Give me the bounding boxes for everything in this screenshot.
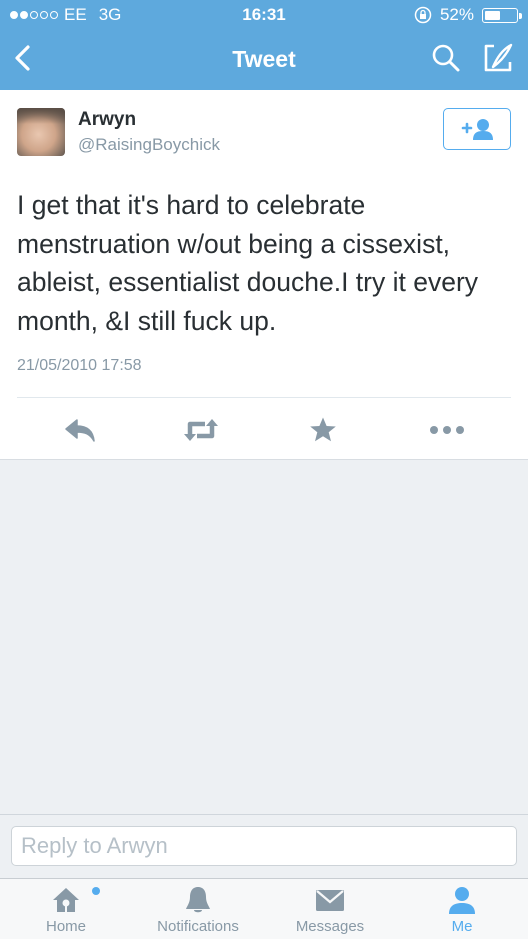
reply-input[interactable] — [11, 826, 517, 866]
tweet-card: Arwyn @RaisingBoychick I get that it's h… — [0, 90, 528, 460]
user-handle[interactable]: @RaisingBoychick — [78, 135, 220, 155]
battery-icon — [482, 7, 522, 23]
retweet-icon — [184, 419, 218, 441]
tab-notifications-label: Notifications — [157, 918, 239, 935]
header: EE 3G 16:31 52% Tweet — [0, 0, 528, 90]
tab-home-label: Home — [45, 918, 86, 935]
more-dots-icon — [430, 426, 464, 434]
home-notification-dot — [92, 887, 100, 895]
reply-icon — [65, 419, 95, 442]
favorite-button[interactable] — [303, 415, 343, 445]
tab-me[interactable]: Me — [402, 879, 522, 939]
tab-notifications[interactable]: Notifications — [138, 879, 258, 939]
tab-bar: Home Notifications Messages Me — [0, 878, 528, 939]
reply-bar — [0, 814, 528, 878]
user-name[interactable]: Arwyn — [78, 109, 136, 131]
person-icon — [449, 887, 475, 914]
retweet-button[interactable] — [181, 415, 221, 445]
divider — [17, 397, 511, 398]
rotation-lock-icon — [414, 6, 432, 24]
tab-messages-label: Messages — [295, 918, 365, 935]
tab-me-label: Me — [451, 918, 473, 935]
avatar[interactable] — [17, 108, 65, 156]
envelope-icon — [316, 890, 344, 911]
status-bar: EE 3G 16:31 52% — [0, 0, 528, 28]
status-right: 52% — [414, 5, 522, 25]
compose-icon[interactable] — [480, 40, 516, 76]
search-icon[interactable] — [430, 42, 462, 74]
home-icon — [53, 888, 79, 912]
nav-bar: Tweet — [0, 28, 528, 90]
tweet-text: I get that it's hard to celebrate menstr… — [17, 190, 479, 336]
reply-button[interactable] — [60, 415, 100, 445]
add-user-icon — [461, 119, 493, 140]
star-icon — [310, 417, 336, 442]
follow-button[interactable] — [443, 108, 511, 150]
tab-home[interactable]: Home — [6, 879, 126, 939]
bell-icon — [186, 887, 210, 913]
more-button[interactable] — [427, 415, 467, 445]
battery-percent: 52% — [439, 5, 474, 24]
tweet-timestamp: 21/05/2010 17:58 — [17, 357, 142, 374]
tab-messages[interactable]: Messages — [270, 879, 390, 939]
